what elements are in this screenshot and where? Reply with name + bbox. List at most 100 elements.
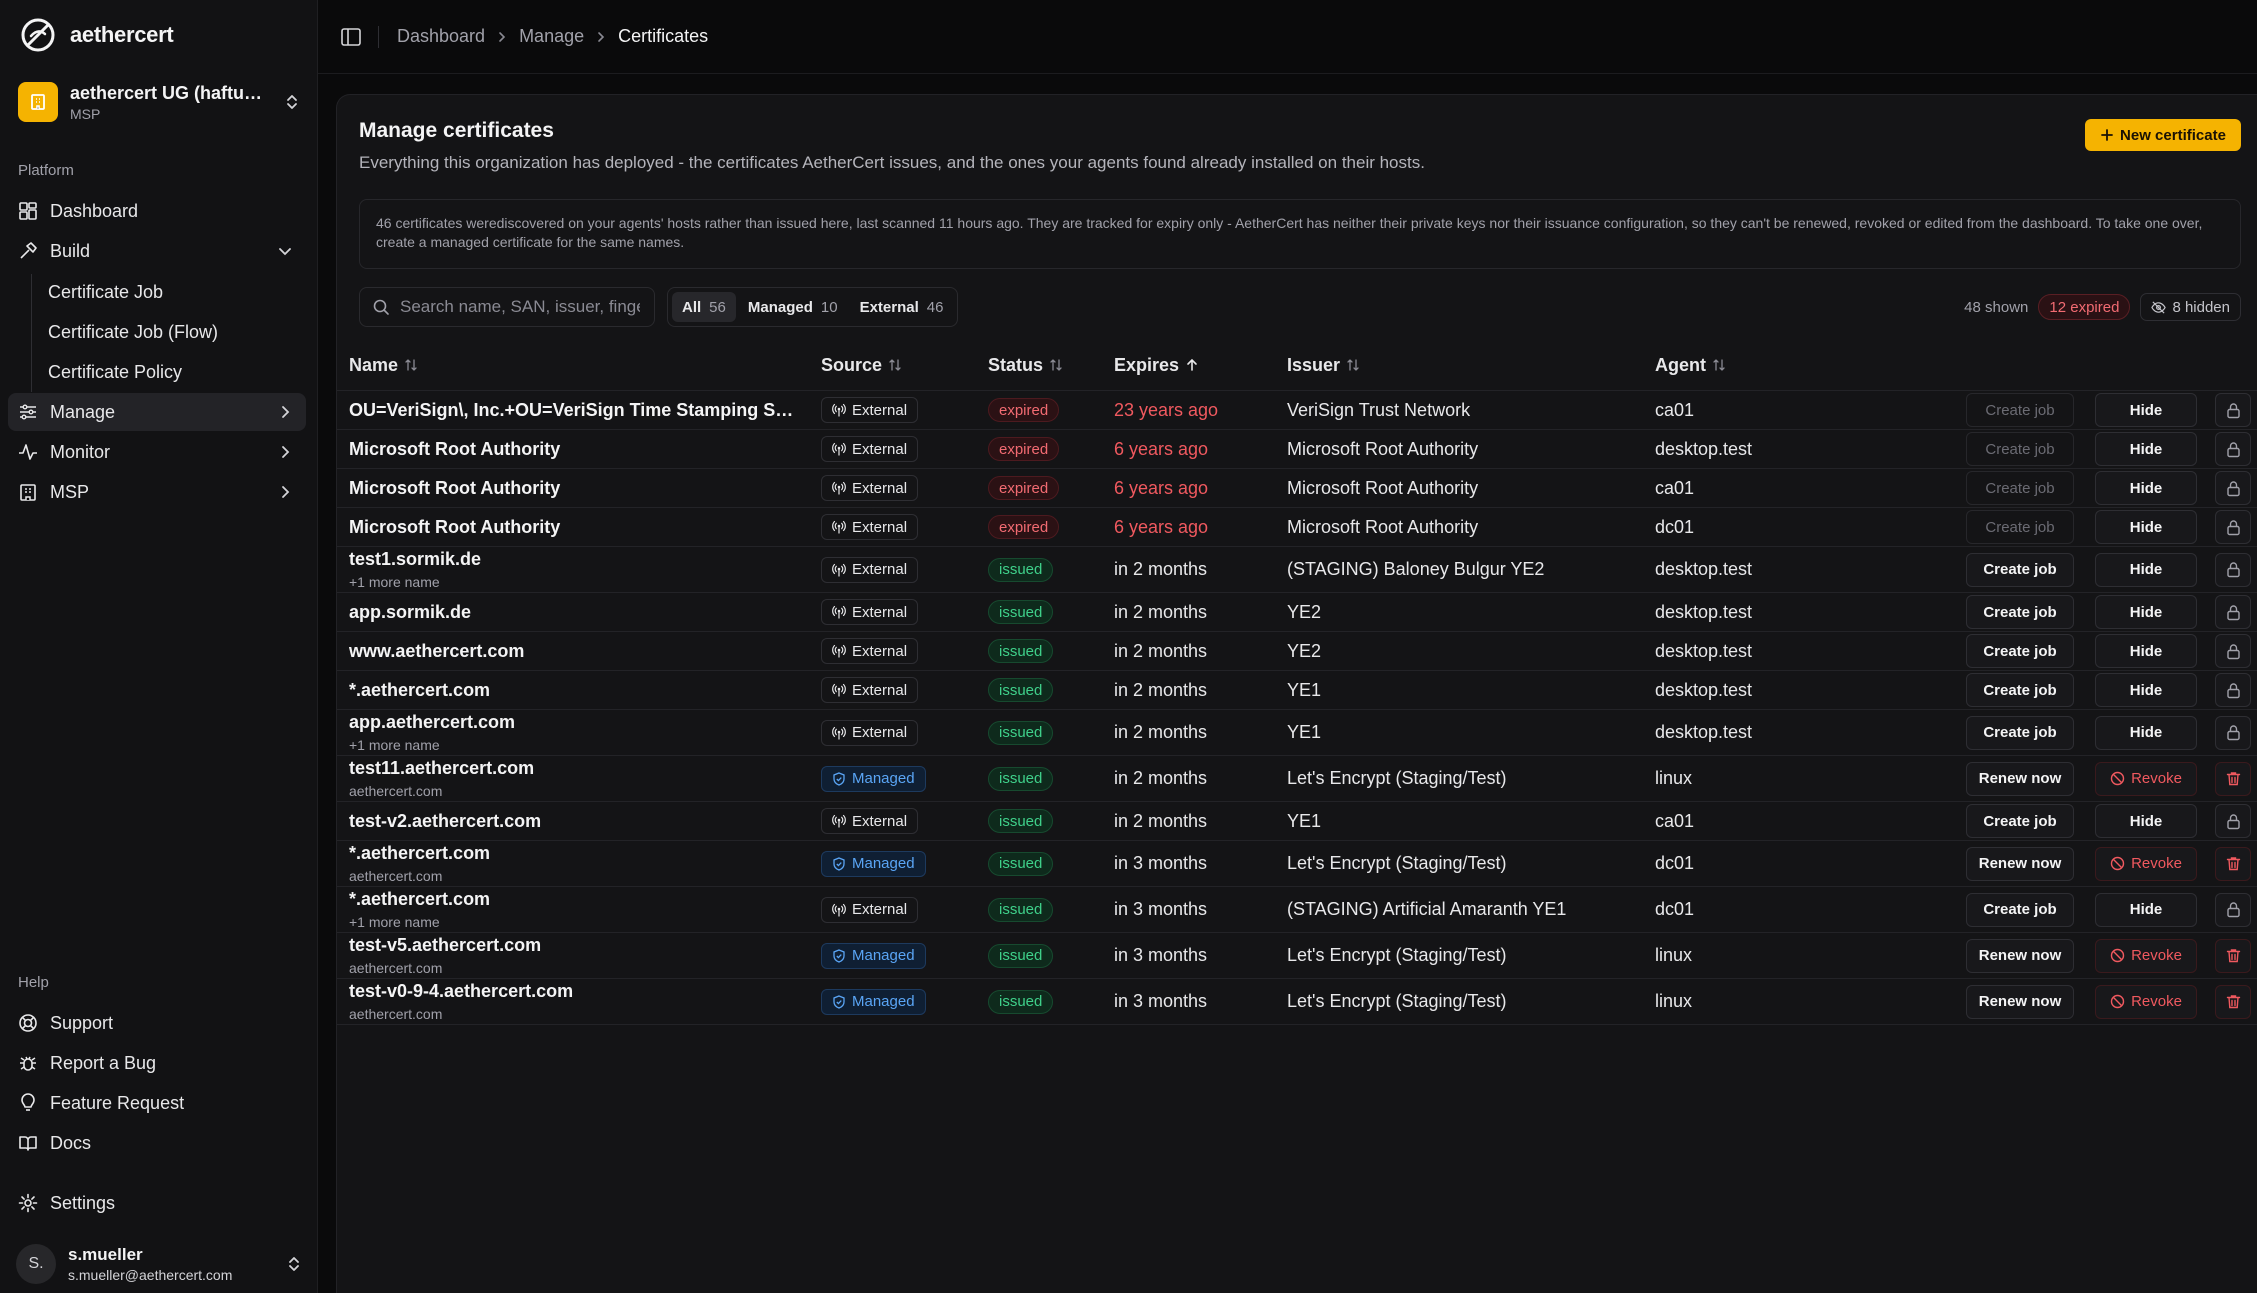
col-source[interactable]: Source: [821, 339, 902, 391]
hide-button[interactable]: Hide: [2095, 552, 2197, 587]
revoke-button[interactable]: Revoke: [2095, 938, 2197, 973]
create-job-button[interactable]: Create job: [1966, 471, 2074, 505]
nav-certificate-job-flow[interactable]: Certificate Job (Flow): [40, 314, 302, 350]
table-row[interactable]: app.aethercert.com +1 more name External is…: [337, 710, 2257, 756]
nav-msp[interactable]: MSP: [8, 473, 306, 511]
col-expires[interactable]: Expires: [1114, 339, 1199, 391]
hide-button[interactable]: Hide: [2095, 634, 2197, 668]
cert-name[interactable]: Microsoft Root Authority: [349, 478, 797, 499]
table-row[interactable]: test-v5.aethercert.com aethercert.com Mana…: [337, 933, 2257, 979]
nav-monitor[interactable]: Monitor: [8, 433, 306, 471]
delete-button[interactable]: [2215, 846, 2251, 881]
hide-button[interactable]: Hide: [2095, 595, 2197, 629]
table-row[interactable]: test-v2.aethercert.com External issued in 2…: [337, 802, 2257, 841]
breadcrumb-manage[interactable]: Manage: [519, 26, 584, 47]
create-job-button[interactable]: Create job: [1966, 432, 2074, 466]
cert-name[interactable]: Microsoft Root Authority: [349, 439, 797, 460]
table-row[interactable]: test-v0-9-4.aethercert.com aethercert.com…: [337, 979, 2257, 1025]
table-row[interactable]: *.aethercert.com aethercert.com Managed iss…: [337, 841, 2257, 887]
nav-certificate-policy[interactable]: Certificate Policy: [40, 354, 302, 390]
search-box[interactable]: [359, 287, 655, 327]
nav-report-bug[interactable]: Report a Bug: [8, 1044, 306, 1082]
breadcrumb-dashboard[interactable]: Dashboard: [397, 26, 485, 47]
expired-count-badge[interactable]: 12 expired: [2038, 294, 2131, 320]
renew-now-button[interactable]: Renew now: [1966, 984, 2074, 1019]
hide-button[interactable]: Hide: [2095, 804, 2197, 838]
table-row[interactable]: Microsoft Root Authority External expired 6…: [337, 508, 2257, 547]
locked-button[interactable]: [2215, 471, 2251, 505]
hide-button[interactable]: Hide: [2095, 892, 2197, 927]
table-row[interactable]: Microsoft Root Authority External expired 6…: [337, 469, 2257, 508]
hide-button[interactable]: Hide: [2095, 715, 2197, 750]
create-job-button[interactable]: Create job: [1966, 804, 2074, 838]
renew-now-button[interactable]: Renew now: [1966, 938, 2074, 973]
org-switcher[interactable]: aethercert UG (haftung... MSP: [16, 76, 304, 128]
table-row[interactable]: *.aethercert.com +1 more name External issu…: [337, 887, 2257, 933]
table-row[interactable]: *.aethercert.com External issued in 2 month…: [337, 671, 2257, 710]
nav-feature-request[interactable]: Feature Request: [8, 1084, 306, 1122]
nav-manage[interactable]: Manage: [8, 393, 306, 431]
locked-button[interactable]: [2215, 715, 2251, 750]
nav-build[interactable]: Build: [8, 232, 306, 270]
locked-button[interactable]: [2215, 595, 2251, 629]
search-input[interactable]: [400, 297, 640, 317]
locked-button[interactable]: [2215, 393, 2251, 427]
sidebar-toggle-icon[interactable]: [340, 26, 362, 48]
create-job-button[interactable]: Create job: [1966, 673, 2074, 707]
nav-certificate-job[interactable]: Certificate Job: [40, 274, 302, 310]
col-status[interactable]: Status: [988, 339, 1063, 391]
table-row[interactable]: app.sormik.de External issued in 2 months YE…: [337, 593, 2257, 632]
filter-external[interactable]: External 46: [850, 292, 954, 322]
table-row[interactable]: test11.aethercert.com aethercert.com Manag…: [337, 756, 2257, 802]
cert-name[interactable]: OU=VeriSign\, Inc.+OU=VeriSign Time Stam…: [349, 400, 797, 421]
revoke-button[interactable]: Revoke: [2095, 984, 2197, 1019]
cert-name[interactable]: test1.sormik.de: [349, 549, 797, 570]
cert-name[interactable]: *.aethercert.com: [349, 680, 797, 701]
hide-button[interactable]: Hide: [2095, 510, 2197, 544]
create-job-button[interactable]: Create job: [1966, 393, 2074, 427]
cert-name[interactable]: test11.aethercert.com: [349, 758, 797, 779]
create-job-button[interactable]: Create job: [1966, 552, 2074, 587]
table-row[interactable]: test1.sormik.de +1 more name External issue…: [337, 547, 2257, 593]
nav-dashboard[interactable]: Dashboard: [8, 192, 306, 230]
filter-all[interactable]: All 56: [672, 292, 736, 322]
locked-button[interactable]: [2215, 634, 2251, 668]
col-issuer[interactable]: Issuer: [1287, 339, 1360, 391]
cert-name[interactable]: test-v0-9-4.aethercert.com: [349, 981, 797, 1002]
delete-button[interactable]: [2215, 984, 2251, 1019]
create-job-button[interactable]: Create job: [1966, 634, 2074, 668]
locked-button[interactable]: [2215, 892, 2251, 927]
brand[interactable]: aethercert: [20, 16, 174, 54]
locked-button[interactable]: [2215, 673, 2251, 707]
revoke-button[interactable]: Revoke: [2095, 846, 2197, 881]
cert-name[interactable]: Microsoft Root Authority: [349, 517, 797, 538]
locked-button[interactable]: [2215, 552, 2251, 587]
table-row[interactable]: OU=VeriSign\, Inc.+OU=VeriSign Time Stam…: [337, 391, 2257, 430]
renew-now-button[interactable]: Renew now: [1966, 761, 2074, 796]
user-menu[interactable]: S. s.mueller s.mueller@aethercert.com: [16, 1240, 304, 1288]
renew-now-button[interactable]: Renew now: [1966, 846, 2074, 881]
col-agent[interactable]: Agent: [1655, 339, 1726, 391]
locked-button[interactable]: [2215, 510, 2251, 544]
hide-button[interactable]: Hide: [2095, 471, 2197, 505]
filter-managed[interactable]: Managed 10: [738, 292, 848, 322]
cert-name[interactable]: app.sormik.de: [349, 602, 797, 623]
nav-support[interactable]: Support: [8, 1004, 306, 1042]
locked-button[interactable]: [2215, 432, 2251, 466]
revoke-button[interactable]: Revoke: [2095, 761, 2197, 796]
hide-button[interactable]: Hide: [2095, 432, 2197, 466]
create-job-button[interactable]: Create job: [1966, 510, 2074, 544]
hide-button[interactable]: Hide: [2095, 673, 2197, 707]
create-job-button[interactable]: Create job: [1966, 892, 2074, 927]
delete-button[interactable]: [2215, 761, 2251, 796]
table-row[interactable]: www.aethercert.com External issued in 2 mon…: [337, 632, 2257, 671]
cert-name[interactable]: test-v5.aethercert.com: [349, 935, 797, 956]
new-certificate-button[interactable]: New certificate: [2085, 119, 2241, 151]
cert-name[interactable]: *.aethercert.com: [349, 889, 797, 910]
delete-button[interactable]: [2215, 938, 2251, 973]
create-job-button[interactable]: Create job: [1966, 715, 2074, 750]
hide-button[interactable]: Hide: [2095, 393, 2197, 427]
col-name[interactable]: Name: [349, 339, 418, 391]
hidden-count-toggle[interactable]: 8 hidden: [2140, 293, 2241, 321]
cert-name[interactable]: www.aethercert.com: [349, 641, 797, 662]
